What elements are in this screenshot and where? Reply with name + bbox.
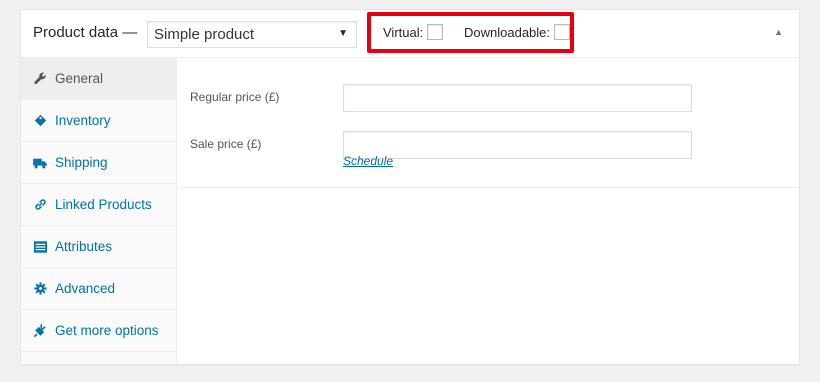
gear-icon — [33, 282, 47, 296]
virtual-option[interactable]: Virtual: — [383, 24, 444, 40]
tab-label: Linked Products — [55, 197, 152, 212]
virtual-label: Virtual: — [383, 24, 424, 40]
general-fields: Regular price (£) Sale price (£) Schedul… — [178, 58, 799, 188]
tab-label: Shipping — [55, 155, 108, 170]
tab-get-more-options[interactable]: Get more options — [21, 310, 176, 352]
product-type-select[interactable]: Simple product ▼ — [147, 21, 357, 48]
collapse-toggle-icon[interactable]: ▲ — [774, 27, 783, 37]
link-icon — [33, 198, 47, 212]
dropdown-arrow-icon: ▼ — [338, 28, 348, 39]
tab-label: Get more options — [55, 323, 159, 338]
tag-icon — [33, 114, 47, 128]
tab-general[interactable]: General — [21, 58, 176, 100]
product-type-value: Simple product — [154, 26, 255, 43]
tab-advanced[interactable]: Advanced — [21, 268, 176, 310]
schedule-link[interactable]: Schedule — [343, 154, 393, 168]
regular-price-input[interactable] — [343, 84, 692, 112]
product-data-tabs: General Inventory Shipping Linked Produc… — [21, 58, 177, 364]
downloadable-label: Downloadable: — [464, 24, 551, 40]
tab-label: Attributes — [55, 239, 113, 254]
downloadable-option[interactable]: Downloadable: — [464, 24, 571, 40]
sale-price-label: Sale price (£) — [190, 137, 262, 151]
truck-icon — [33, 156, 47, 170]
product-data-panel: Product data — Simple product ▼ Virtual:… — [20, 9, 800, 365]
list-icon — [33, 240, 47, 254]
virtual-checkbox[interactable] — [427, 24, 444, 40]
tab-label: Inventory — [55, 113, 111, 128]
tab-shipping[interactable]: Shipping — [21, 142, 176, 184]
regular-price-label: Regular price (£) — [190, 90, 280, 104]
panel-header: Product data — Simple product ▼ Virtual:… — [21, 10, 799, 58]
downloadable-checkbox[interactable] — [554, 24, 571, 40]
tab-label: Advanced — [55, 281, 116, 296]
plugin-icon — [33, 324, 47, 338]
wrench-icon — [33, 72, 47, 86]
tab-linked-products[interactable]: Linked Products — [21, 184, 176, 226]
tab-attributes[interactable]: Attributes — [21, 226, 176, 268]
sale-price-input[interactable] — [343, 131, 692, 159]
panel-title: Product data — — [33, 24, 138, 41]
tab-inventory[interactable]: Inventory — [21, 100, 176, 142]
tab-label: General — [55, 71, 104, 86]
